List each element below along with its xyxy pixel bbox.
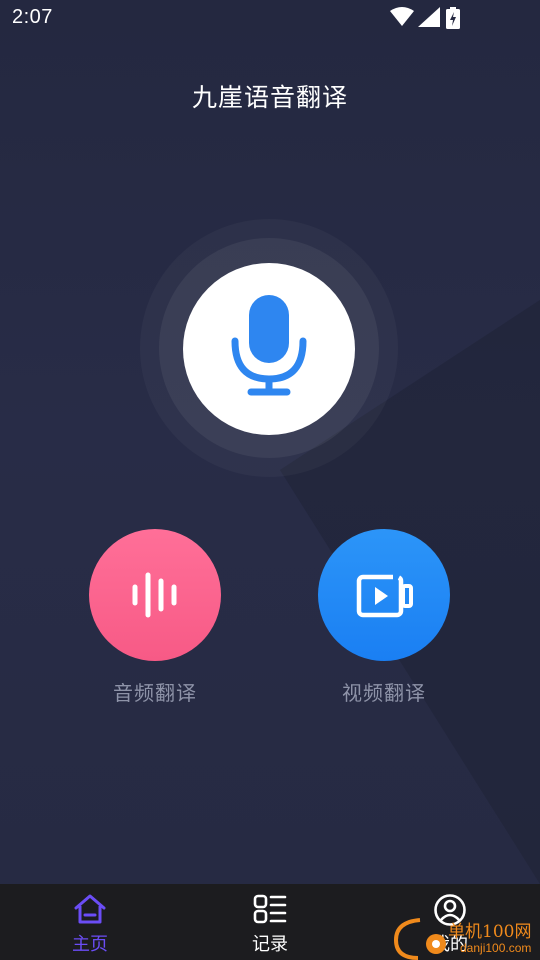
watermark-text: 单机100网 — [448, 922, 532, 942]
nav-item-home[interactable]: 主页 — [0, 884, 180, 960]
site-watermark: 单机100网 danji100.com — [388, 914, 540, 960]
watermark-logo-icon — [393, 918, 446, 960]
audio-wave-icon — [132, 572, 177, 618]
microphone-icon — [231, 295, 307, 396]
video-translate-button[interactable] — [318, 529, 450, 661]
nav-item-records[interactable]: 记录 — [180, 884, 360, 960]
home-icon — [74, 894, 106, 924]
status-time: 2:07 — [12, 6, 53, 28]
app-title: 九崖语音翻译 — [191, 83, 348, 112]
nav-label-home: 主页 — [72, 934, 108, 955]
records-list-icon — [253, 894, 287, 924]
voice-record-button[interactable] — [183, 263, 355, 435]
battery-icon — [446, 7, 460, 29]
status-bar: 2:07 — [0, 0, 540, 36]
audio-translate-button[interactable] — [89, 529, 221, 661]
nav-label-records: 记录 — [252, 934, 288, 955]
audio-translate-label: 音频翻译 — [113, 681, 197, 705]
video-play-icon — [356, 574, 413, 618]
video-translate-label: 视频翻译 — [342, 681, 426, 705]
wifi-icon — [390, 7, 414, 26]
watermark-url: danji100.com — [460, 941, 532, 955]
signal-icon — [418, 7, 440, 27]
